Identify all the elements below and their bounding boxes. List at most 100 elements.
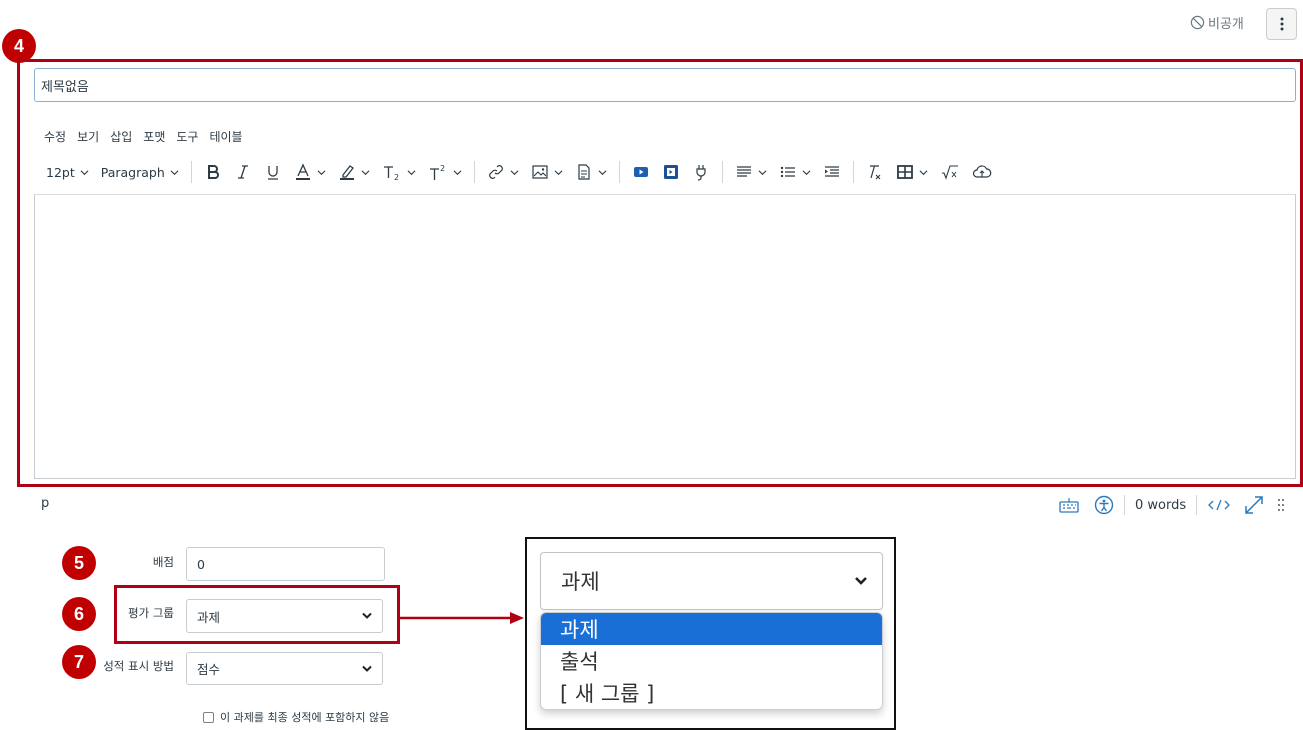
assignment-title-input[interactable]	[34, 68, 1296, 102]
underline-button[interactable]	[258, 158, 288, 186]
table-button[interactable]	[890, 158, 934, 186]
html-source-icon[interactable]	[1207, 497, 1231, 513]
menu-table[interactable]: 테이블	[209, 128, 242, 148]
chevron-down-icon	[758, 169, 767, 175]
toolbar-divider	[852, 161, 854, 183]
menu-edit[interactable]: 수정	[44, 128, 66, 148]
keyboard-icon[interactable]	[1058, 496, 1080, 514]
chevron-down-icon	[554, 169, 563, 175]
bold-icon	[207, 165, 219, 179]
video-play-icon	[633, 167, 648, 177]
superscript-button[interactable]: 2	[422, 158, 468, 186]
image-button[interactable]	[525, 158, 569, 186]
list-button[interactable]	[773, 158, 817, 186]
equation-button[interactable]	[934, 158, 966, 186]
callout-badge-4: 4	[2, 29, 36, 63]
exclude-from-final-grade[interactable]: 이 과제를 최종 성적에 포함하지 않음	[203, 709, 389, 725]
more-options-button[interactable]	[1266, 8, 1297, 40]
accessibility-icon[interactable]	[1094, 495, 1114, 515]
assignment-group-select[interactable]: 과제	[186, 599, 383, 633]
points-input[interactable]: 0	[186, 547, 385, 581]
unpublished-status[interactable]: 비공개	[1190, 12, 1244, 32]
zoomed-selected-value: 과제	[561, 570, 600, 594]
points-value: 0	[197, 556, 205, 572]
document-button[interactable]	[569, 158, 613, 186]
assignment-group-label: 평가 그룹	[128, 606, 174, 620]
callout-badge-6: 6	[62, 597, 96, 631]
toolbar-divider	[473, 161, 475, 183]
chevron-down-icon	[317, 169, 326, 175]
chevron-down-icon	[855, 577, 867, 585]
option-new-group[interactable]: [ 새 그룹 ]	[541, 677, 882, 709]
block-format-dropdown[interactable]: Paragraph	[95, 158, 185, 186]
toolbar-divider	[721, 161, 723, 183]
option-attendance[interactable]: 출석	[541, 645, 882, 677]
highlight-color-button[interactable]	[332, 158, 376, 186]
bold-button[interactable]	[198, 158, 228, 186]
chevron-down-icon	[802, 169, 811, 175]
svg-text:2: 2	[440, 164, 445, 173]
fullscreen-icon[interactable]	[1243, 494, 1265, 516]
option-assignment[interactable]: 과제	[541, 613, 882, 645]
superscript-icon: 2	[429, 164, 445, 180]
square-root-icon	[941, 165, 958, 180]
menu-insert[interactable]: 삽입	[110, 128, 132, 148]
unpublished-label: 비공개	[1208, 16, 1244, 32]
font-size-dropdown[interactable]: 12pt	[40, 158, 95, 186]
word-count[interactable]: 0 words	[1135, 498, 1186, 513]
svg-text:2: 2	[394, 173, 399, 181]
subscript-button[interactable]: 2	[376, 158, 422, 186]
image-icon	[532, 165, 548, 179]
zoomed-group-select[interactable]: 과제	[540, 552, 883, 610]
subscript-icon: 2	[383, 166, 399, 181]
underline-icon	[267, 166, 278, 180]
text-color-button[interactable]	[288, 158, 332, 186]
link-button[interactable]	[481, 158, 525, 186]
italic-button[interactable]	[228, 158, 258, 186]
chevron-down-icon	[598, 169, 607, 175]
exclude-label: 이 과제를 최종 성적에 포함하지 않음	[220, 711, 390, 724]
menu-view[interactable]: 보기	[77, 128, 99, 148]
cloud-upload-button[interactable]	[966, 158, 998, 186]
media-button[interactable]	[656, 158, 686, 186]
text-color-icon	[295, 163, 310, 180]
no-entry-icon	[1190, 15, 1205, 29]
callout-badge-7: 7	[62, 645, 96, 679]
exclude-checkbox[interactable]	[203, 711, 214, 723]
clear-format-icon	[869, 165, 881, 180]
media-icon	[663, 165, 678, 179]
bullet-list-icon	[780, 166, 795, 178]
align-left-icon	[736, 166, 751, 177]
points-label: 배점	[152, 555, 174, 569]
menu-tools[interactable]: 도구	[176, 128, 198, 148]
toolbar-divider	[190, 161, 192, 183]
rich-content-editor-body[interactable]	[34, 194, 1296, 479]
cloud-icon	[972, 165, 992, 178]
display-grade-select[interactable]: 점수	[186, 652, 383, 685]
align-button[interactable]	[729, 158, 773, 186]
chevron-down-icon	[407, 169, 416, 175]
callout-badge-5: 5	[62, 546, 96, 580]
indent-icon	[824, 166, 839, 177]
callout-arrow	[400, 612, 524, 624]
plugin-button[interactable]	[686, 158, 716, 186]
highlighter-icon	[339, 165, 354, 180]
statusbar-divider	[1196, 495, 1198, 515]
chevron-down-icon	[510, 169, 519, 175]
chevron-down-icon	[362, 612, 372, 619]
chevron-down-icon	[453, 169, 462, 175]
indent-button[interactable]	[817, 158, 847, 186]
chevron-down-icon	[361, 169, 370, 175]
editor-toolbar: 12pt Paragraph 2 2	[40, 158, 998, 186]
toolbar-divider	[618, 161, 620, 183]
kebab-icon	[1280, 17, 1283, 31]
plug-icon	[696, 165, 706, 181]
clear-formatting-button[interactable]	[860, 158, 890, 186]
display-grade-label: 성적 표시 방법	[103, 659, 174, 673]
resize-handle-icon[interactable]	[1277, 497, 1285, 513]
menu-format[interactable]: 포맷	[143, 128, 165, 148]
editor-statusbar: 0 words	[1058, 494, 1285, 516]
statusbar-divider	[1124, 495, 1125, 515]
element-path[interactable]: p	[41, 496, 49, 511]
youtube-button[interactable]	[626, 158, 656, 186]
